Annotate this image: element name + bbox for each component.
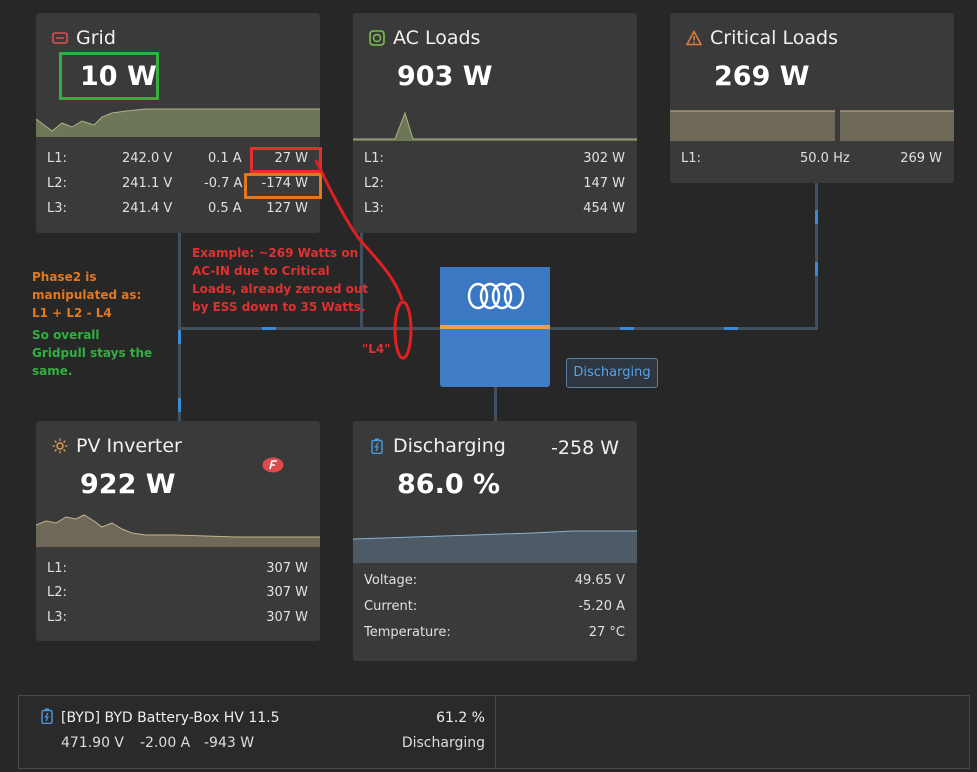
annotation-l4: "L4" [362,342,391,356]
annotation-phase2: Phase2 is manipulated as: L1 + L2 - L4 [32,270,142,320]
battery-device-name: [BYD] BYD Battery-Box HV 11.5 [61,710,280,726]
annotation-example: Example: ~269 Watts on AC-IN due to Crit… [192,246,369,314]
battery-device-voltage: 471.90 V [61,735,125,751]
battery-device-state: Discharging [401,735,485,751]
bar-divider [495,696,496,768]
victron-overview: Grid 10 W L1: 242.0 V 0.1 A 27 W L2: 241… [0,0,977,772]
battery-device-power: -943 W [204,735,255,751]
annotation-gridpull: So overall Gridpull stays the same. [32,328,153,378]
battery-device-bar[interactable]: [BYD] BYD Battery-Box HV 11.5 471.90 V -… [18,695,970,769]
battery-device-current: -2.00 A [140,735,191,751]
battery-device-soc: 61.2 % [436,710,485,726]
annotation-arrow [314,159,413,360]
battery-icon [41,708,53,724]
